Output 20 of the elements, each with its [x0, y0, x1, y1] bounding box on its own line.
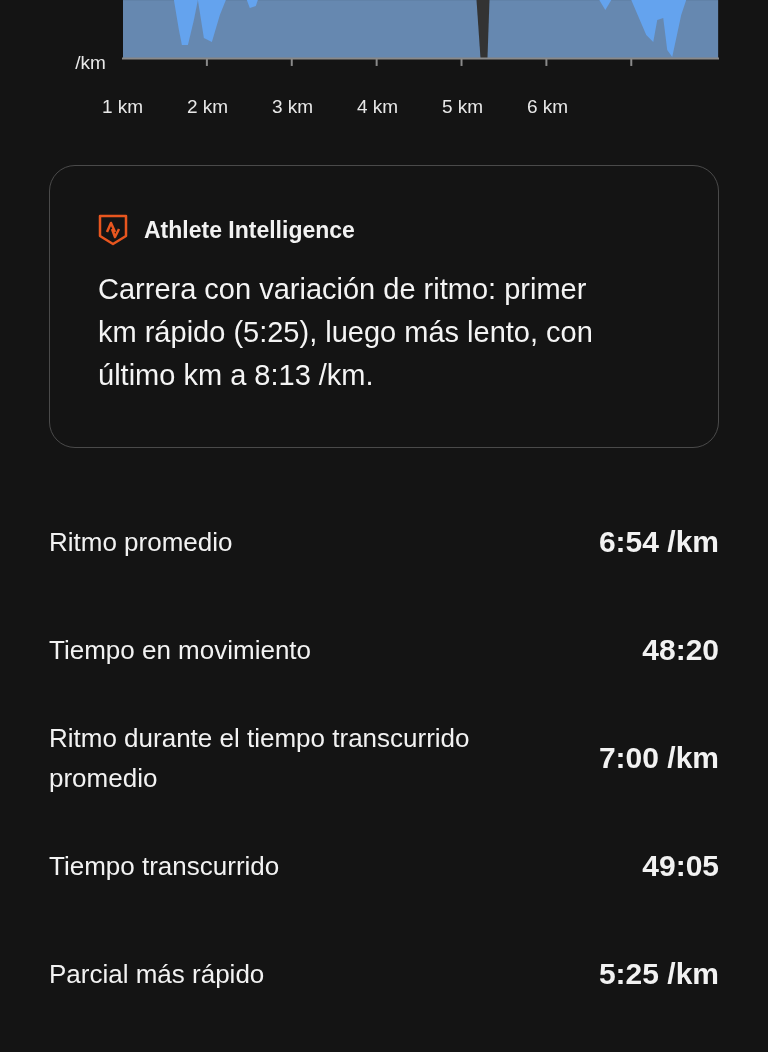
stat-label: Tiempo transcurrido: [49, 850, 280, 883]
axis-tick-label: 6 km: [525, 96, 570, 119]
card-title: Athlete Intelligence: [144, 216, 355, 244]
axis-tick-label: 4 km: [355, 96, 400, 119]
stat-label: Ritmo promedio: [49, 526, 233, 559]
insight-text: Carrera con variación de ritmo: primer km rápido (5:25), luego más lento, con último km a 8:13 /km.: [98, 272, 594, 393]
axis-tick-label: 1 km: [100, 96, 145, 119]
stat-label: Parcial más rápido: [49, 958, 265, 991]
stat-label: Ritmo durante el tiempo transcurrido promedio: [49, 722, 471, 795]
axis-tick-label: 5 km: [440, 96, 485, 119]
stat-value: 6:54 /km: [598, 525, 719, 559]
stat-label: Tiempo en movimiento: [49, 634, 312, 667]
stat-value: 5:25 /km: [598, 957, 719, 991]
stat-value: 48:20: [642, 633, 719, 667]
stat-value: 7:00 /km: [598, 741, 719, 775]
axis-unit-label: /km: [74, 52, 107, 74]
axis-tick-label: 3 km: [270, 96, 315, 119]
shield-logo-icon: [98, 214, 128, 246]
axis-tick-label: 2 km: [185, 96, 230, 119]
stat-value: 49:05: [642, 849, 719, 883]
